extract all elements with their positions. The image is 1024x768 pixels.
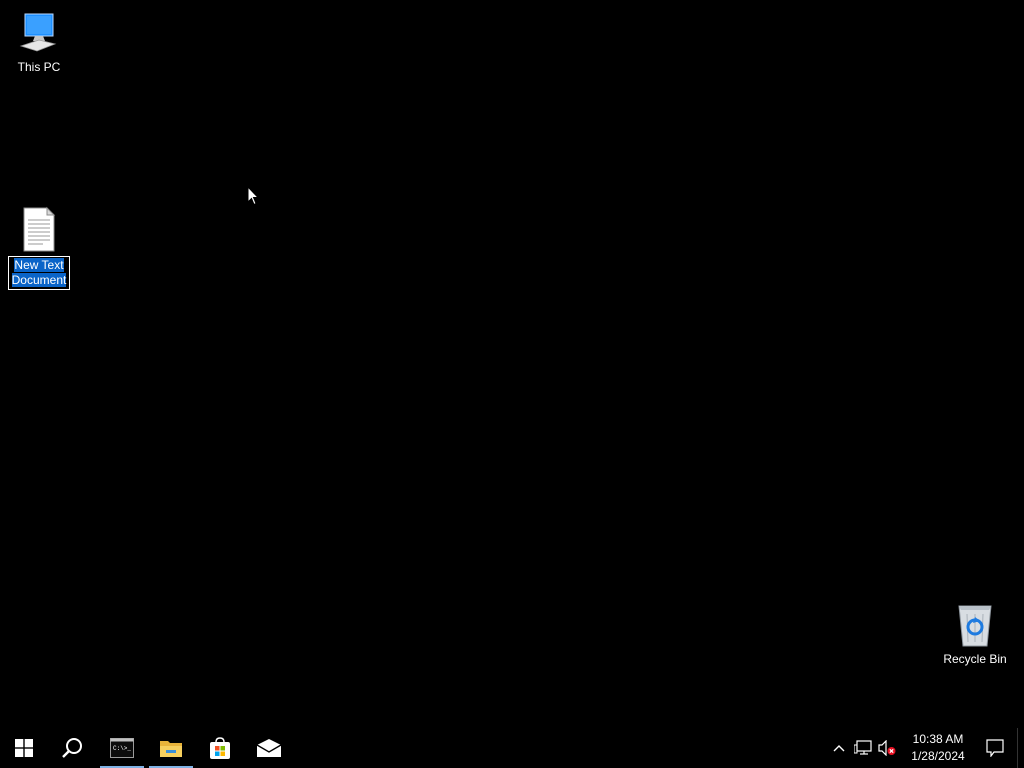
network-button[interactable] xyxy=(851,728,875,768)
text-document-icon xyxy=(15,206,63,254)
show-desktop-button[interactable] xyxy=(1017,728,1024,768)
svg-text:C:\>_: C:\>_ xyxy=(113,745,131,752)
taskbar-microsoft-store[interactable] xyxy=(196,728,244,768)
new-text-document-file[interactable]: New Text Document xyxy=(1,206,77,290)
command-prompt-icon: C:\>_ xyxy=(110,738,134,758)
action-center-button[interactable] xyxy=(973,728,1017,768)
recycle-bin-shortcut[interactable]: Recycle Bin xyxy=(937,602,1013,667)
folder-icon xyxy=(160,741,182,757)
recycle-bin-label: Recycle Bin xyxy=(943,652,1007,666)
computer-icon xyxy=(15,10,63,58)
this-pc-label: This PC xyxy=(17,60,61,74)
search-icon xyxy=(62,738,82,758)
taskbar: C:\>_ 10:38 AM 1/28/2024 xyxy=(0,728,1024,768)
clock-time: 10:38 AM xyxy=(912,732,964,746)
windows-logo-icon xyxy=(15,739,33,757)
taskbar-mail[interactable] xyxy=(245,728,293,768)
store-icon xyxy=(210,737,230,759)
system-tray: 10:38 AM 1/28/2024 xyxy=(827,728,1024,768)
taskbar-command-prompt[interactable]: C:\>_ xyxy=(98,728,146,768)
clock-date: 1/28/2024 xyxy=(911,749,965,763)
volume-muted-icon xyxy=(878,740,896,756)
rename-text-box[interactable]: New Text Document xyxy=(8,256,70,290)
clock[interactable]: 10:38 AM 1/28/2024 xyxy=(903,731,973,765)
rename-line-1: New Text xyxy=(14,258,64,272)
search-button[interactable] xyxy=(48,728,96,768)
taskbar-file-explorer[interactable] xyxy=(147,728,195,768)
show-hidden-icons-button[interactable] xyxy=(827,728,851,768)
mouse-cursor-icon xyxy=(247,186,259,206)
recycle-bin-icon xyxy=(951,602,999,650)
mail-icon xyxy=(256,739,282,757)
start-button[interactable] xyxy=(0,728,48,768)
notification-icon xyxy=(986,739,1004,757)
network-icon xyxy=(854,740,872,755)
desktop[interactable]: This PC New Text Document Recycle Bin xyxy=(0,0,1024,728)
volume-button[interactable] xyxy=(875,728,899,768)
this-pc-shortcut[interactable]: This PC xyxy=(1,10,77,75)
rename-line-2: Document xyxy=(11,273,67,287)
chevron-up-icon xyxy=(833,745,845,752)
